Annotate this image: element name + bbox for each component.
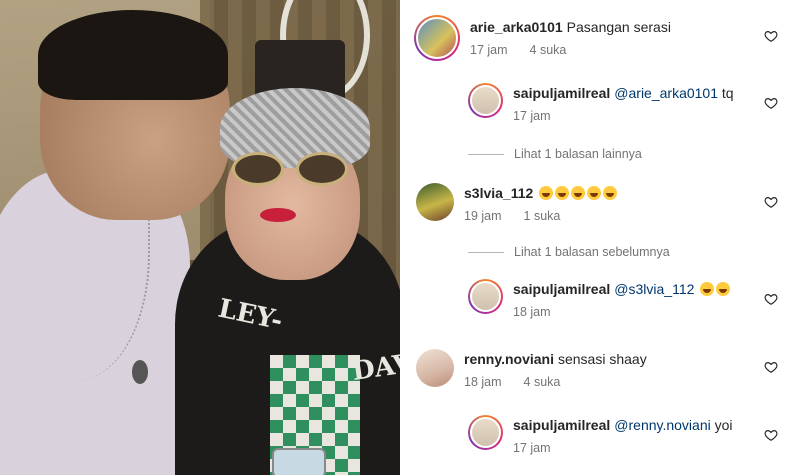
comment-item: arie_arka0101 Pasangan serasi 17 jam 4 suk…: [414, 15, 671, 61]
grinning-emoji-row: [537, 185, 618, 201]
view-more-replies[interactable]: Lihat 1 balasan sebelumnya: [468, 245, 670, 259]
comments-panel: arie_arka0101 Pasangan serasi 17 jam 4 suk…: [400, 0, 800, 475]
heart-outline-icon[interactable]: [764, 360, 778, 374]
avatar[interactable]: [468, 415, 503, 450]
man-hair: [38, 10, 228, 100]
comment-text: sensasi shaay: [557, 351, 647, 367]
reply-time[interactable]: 17 jam: [513, 109, 551, 123]
comment-item: renny.noviani sensasi shaay 18 jam 4 suka: [416, 349, 647, 389]
reply-item: saipuljamilreal @renny.noviani yoi 17 jam: [468, 415, 733, 455]
reply-item: saipuljamilreal @s3lvia_112 18 jam: [468, 279, 731, 319]
avatar[interactable]: [416, 349, 454, 387]
comment-username[interactable]: renny.noviani: [464, 351, 554, 367]
reply-mention[interactable]: @arie_arka0101: [614, 85, 718, 101]
heart-outline-icon[interactable]: [764, 29, 778, 43]
sunglasses: [232, 152, 352, 188]
avatar[interactable]: [468, 279, 503, 314]
grinning-emoji: [716, 282, 731, 296]
comment-likes[interactable]: 1 suka: [524, 209, 561, 223]
phone: [272, 448, 326, 475]
avatar[interactable]: [468, 83, 503, 118]
comment-time[interactable]: 17 jam: [470, 43, 508, 57]
comment-text: Pasangan serasi: [566, 19, 671, 35]
post-photo: LEY- DAVI: [0, 0, 400, 475]
heart-outline-icon[interactable]: [764, 428, 778, 442]
reply-item: saipuljamilreal @arie_arka0101 tq 17 jam: [468, 83, 734, 123]
reply-username[interactable]: saipuljamilreal: [513, 281, 610, 297]
reply-time[interactable]: 18 jam: [513, 305, 551, 319]
view-more-replies[interactable]: Lihat 1 balasan lainnya: [468, 147, 642, 161]
divider: [468, 153, 504, 155]
heart-outline-icon[interactable]: [764, 292, 778, 306]
avatar[interactable]: [416, 183, 454, 221]
reply-time[interactable]: 17 jam: [513, 441, 551, 455]
heart-outline-icon[interactable]: [764, 96, 778, 110]
reply-text: tq: [718, 85, 734, 101]
reply-text: yoi: [710, 417, 733, 433]
reply-mention[interactable]: @s3lvia_112: [614, 281, 694, 297]
lips: [260, 208, 296, 222]
comment-username[interactable]: s3lvia_112: [464, 185, 533, 201]
comment-likes[interactable]: 4 suka: [524, 375, 561, 389]
grinning-emoji: [571, 186, 586, 200]
grinning-emoji: [539, 186, 554, 200]
heart-outline-icon[interactable]: [764, 195, 778, 209]
pendant: [132, 360, 148, 384]
reply-mention[interactable]: @renny.noviani: [614, 417, 710, 433]
grinning-emoji: [603, 186, 618, 200]
divider: [468, 251, 504, 253]
view-more-label: Lihat 1 balasan sebelumnya: [514, 245, 670, 259]
grinning-emoji-row: [698, 281, 731, 297]
reply-username[interactable]: saipuljamilreal: [513, 417, 610, 433]
reply-username[interactable]: saipuljamilreal: [513, 85, 610, 101]
grinning-emoji: [555, 186, 570, 200]
comment-time[interactable]: 18 jam: [464, 375, 502, 389]
comment-time[interactable]: 19 jam: [464, 209, 502, 223]
grinning-emoji: [700, 282, 715, 296]
grinning-emoji: [587, 186, 602, 200]
avatar[interactable]: [414, 15, 460, 61]
comment-likes[interactable]: 4 suka: [530, 43, 567, 57]
comment-item: s3lvia_112 19 jam 1 suka: [416, 183, 618, 223]
view-more-label: Lihat 1 balasan lainnya: [514, 147, 642, 161]
comment-username[interactable]: arie_arka0101: [470, 19, 563, 35]
